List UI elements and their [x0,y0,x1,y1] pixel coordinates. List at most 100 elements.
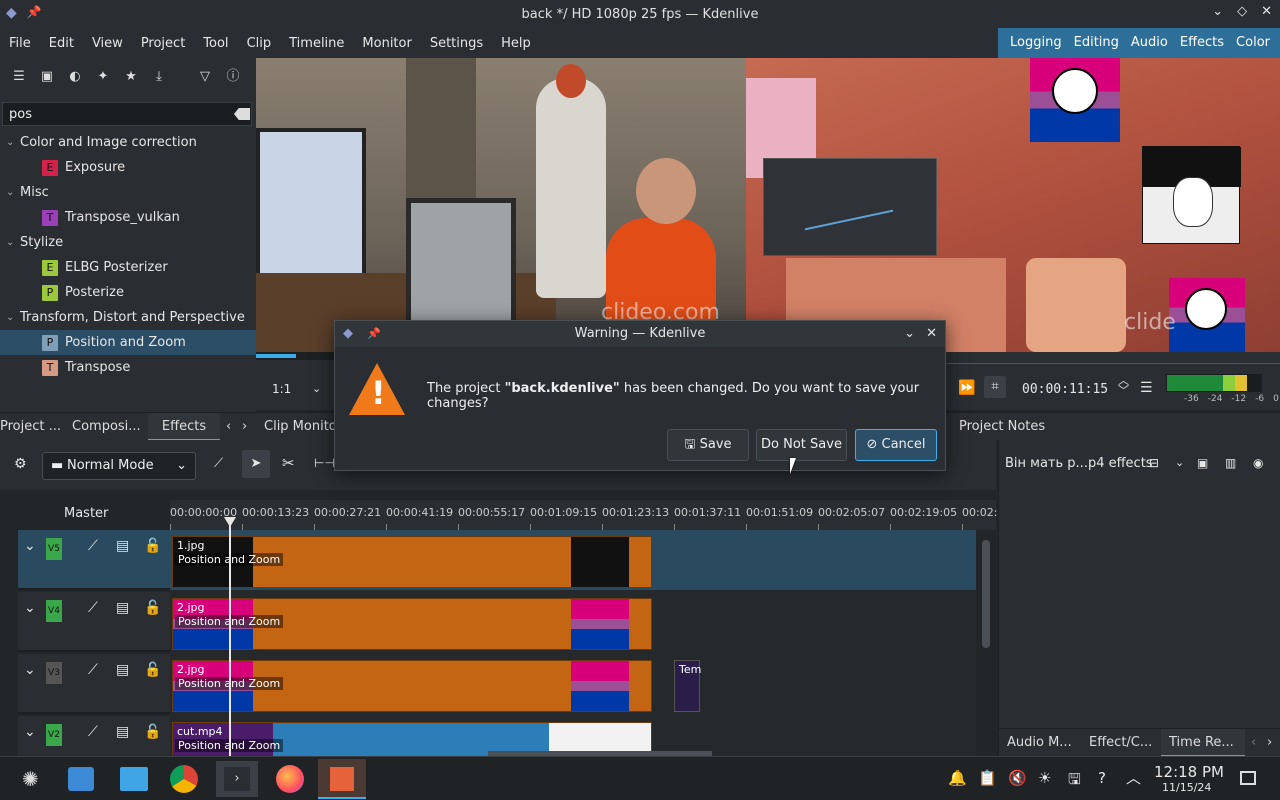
effect-category[interactable]: ⌄ Misc [0,180,256,205]
track-header[interactable]: ⌄ V5 ⟋ ▤ 🔓 [18,530,170,590]
tab-project-notes[interactable]: Project Notes [959,413,1045,441]
compare-icon[interactable]: ⊟ [1149,456,1159,470]
collapse-icon[interactable]: ⌄ [24,538,36,554]
clock-time[interactable]: 12:18 PM [1154,763,1224,781]
menu-clip[interactable]: Clip [238,36,281,51]
clip-monitor-progress[interactable] [256,352,334,360]
timeline-vscrollbar[interactable] [982,540,990,648]
timeline-clip[interactable]: 1.jpg Position and Zoom [172,536,652,588]
menu-view[interactable]: View [83,36,132,51]
effect-item[interactable]: P Posterize [0,280,256,305]
film-icon[interactable]: ▤ [116,600,129,616]
collapse-icon[interactable]: ⌄ [24,662,36,678]
film-icon[interactable]: ▤ [116,724,129,740]
eye-icon[interactable]: ◉ [1253,456,1263,470]
save-button[interactable]: 🖫 Save [667,429,749,461]
timeline-track[interactable]: 2.jpg Position and Zoom Tem [170,654,976,714]
split-view-icon[interactable]: ▥ [1225,456,1236,470]
effects-toggle-icon[interactable]: ⟋ [88,538,98,554]
track-settings-icon[interactable]: ⚙ [14,456,27,472]
menu-tool[interactable]: Tool [194,36,237,51]
file-manager-icon[interactable] [120,767,148,791]
storage-icon[interactable]: 🖫 [1068,769,1081,794]
timecode-display[interactable]: 00:00:11:15 [1022,382,1108,397]
lock-icon[interactable]: 🔓 [144,538,161,554]
tray-expand-icon[interactable]: ︿ [1126,767,1141,788]
clock-date[interactable]: 11/15/24 [1162,781,1211,794]
download-icon[interactable]: ⤓ [152,70,166,84]
lock-icon[interactable]: 🔓 [144,600,161,616]
track-header[interactable]: ⌄ V3 ⟋ ▤ 🔓 [18,654,170,714]
timeline-clip[interactable]: 2.jpg Position and Zoom [172,660,652,712]
forward-icon[interactable]: ⏩ [958,380,975,396]
lock-icon[interactable]: 🔓 [144,724,161,740]
close-icon[interactable]: ✕ [1261,4,1272,19]
playhead-handle[interactable] [224,517,236,527]
zoom-ratio[interactable]: 1:1 [272,382,291,396]
menu-help[interactable]: Help [492,36,540,51]
effect-category[interactable]: ⌄ Color and Image correction [0,130,256,155]
close-icon[interactable]: ✕ [926,321,937,347]
tab-time-remap[interactable]: Time Re... [1161,729,1245,757]
effect-item[interactable]: E ELBG Posterizer [0,255,256,280]
pin-icon[interactable]: 📌 [367,321,381,347]
film-icon[interactable]: ▤ [116,538,129,554]
master-label[interactable]: Master [64,506,108,521]
pin-icon[interactable]: 📌 [27,5,42,21]
tab-clip-monitor[interactable]: Clip Monitor [264,413,342,441]
layout-effects[interactable]: Effects [1174,28,1230,58]
effects-toggle-icon[interactable]: ⟋ [88,724,98,740]
video-effects-icon[interactable]: ▣ [40,70,54,84]
effect-item[interactable]: T Transpose [0,355,256,380]
tab-effects[interactable]: Effects [148,413,220,441]
select-tool-icon[interactable]: ➤ [242,450,270,478]
custom-effects-icon[interactable]: ✦ [96,70,110,84]
info-icon[interactable]: ⓘ [226,70,240,84]
layout-audio[interactable]: Audio [1125,28,1174,58]
effects-toggle-icon[interactable]: ⟋ [88,662,98,678]
layout-logging[interactable]: Logging [998,28,1068,58]
layout-editing[interactable]: Editing [1068,28,1125,58]
chrome-icon[interactable] [170,765,198,793]
menu-timeline[interactable]: Timeline [280,36,353,51]
edit-mode-select[interactable]: ▬ Normal Mode ⌄ [42,452,196,480]
effect-category[interactable]: ⌄ Stylize [0,230,256,255]
chevron-down-icon[interactable]: ⌄ [1175,456,1184,469]
timecode-spin-icon[interactable]: ︿ ﹀ [1118,375,1129,396]
menu-monitor[interactable]: Monitor [353,36,420,51]
help-icon[interactable]: ? [1098,769,1106,787]
project-monitor-view[interactable]: clide [746,58,1280,352]
chevron-down-icon[interactable]: ⌄ [6,312,20,323]
layout-color[interactable]: Color [1230,28,1280,58]
collapse-icon[interactable]: ⌄ [24,600,36,616]
tab-compositions[interactable]: Composi... [72,413,141,441]
timeline-track[interactable]: 2.jpg Position and Zoom [170,592,976,652]
app-launcher-icon[interactable]: ✺ [22,767,39,791]
cut-tool-icon[interactable]: ✂ [282,454,295,472]
track-header[interactable]: ⌄ V4 ⟋ ▤ 🔓 [18,592,170,652]
razor-fx-icon[interactable]: ⟋ [214,456,223,471]
tab-project-bin[interactable]: Project ... [0,413,60,441]
timeline-clip[interactable]: 2.jpg Position and Zoom [172,598,652,650]
menu-settings[interactable]: Settings [421,36,492,51]
effects-toggle-icon[interactable]: ⟋ [88,600,98,616]
timeline-track[interactable]: 1.jpg Position and Zoom [170,530,976,590]
effect-item[interactable]: P Position and Zoom [0,330,256,355]
effects-search-input[interactable] [2,102,252,126]
do-not-save-button[interactable]: Do Not Save [756,429,847,461]
tab-scroll-right-icon[interactable]: › [242,413,247,441]
maximize-icon[interactable]: ◇ [1237,4,1247,19]
menu-file[interactable]: File [0,36,40,51]
playhead[interactable] [229,520,231,756]
tab-scroll-left-icon[interactable]: ‹ [1251,729,1256,757]
collapse-icon[interactable]: ⌄ [24,724,36,740]
tab-effect-composition[interactable]: Effect/C... [1089,729,1152,757]
zoom-dropdown-icon[interactable]: ⌄ [312,382,321,395]
chevron-down-icon[interactable]: ⌄ [6,137,20,148]
tab-scroll-left-icon[interactable]: ‹ [226,413,231,441]
lock-icon[interactable]: 🔓 [144,662,161,678]
chevron-down-icon[interactable]: ⌄ [6,237,20,248]
effect-item[interactable]: E Exposure [0,155,256,180]
film-icon[interactable]: ▤ [116,662,129,678]
tab-audio-mixer[interactable]: Audio M... [1007,729,1072,757]
